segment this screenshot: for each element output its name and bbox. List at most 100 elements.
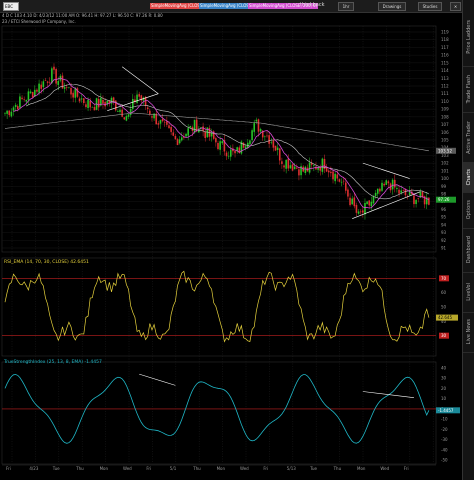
candle-body bbox=[268, 135, 270, 144]
candle-body bbox=[400, 190, 402, 193]
time-label: Fri bbox=[263, 466, 268, 471]
candle-body bbox=[132, 98, 134, 109]
candle-body bbox=[180, 137, 183, 141]
rsi-title: RSI_EMA (14, 70, 30, CLOSE) 42.6451 bbox=[4, 260, 89, 265]
candle-body bbox=[264, 136, 266, 138]
price-tick: 95 bbox=[441, 215, 447, 220]
candle-body bbox=[327, 170, 330, 173]
sidebar-tab-options[interactable]: Options bbox=[463, 192, 474, 229]
close-icon[interactable]: ✕ bbox=[450, 2, 461, 11]
sidebar-tab-trade-flash[interactable]: Trade Flash bbox=[463, 66, 474, 113]
candle-body bbox=[210, 132, 213, 137]
candle-body bbox=[219, 141, 221, 150]
price-tick: 92 bbox=[441, 238, 447, 243]
price-tick: 113 bbox=[441, 76, 449, 81]
candle-body bbox=[42, 81, 45, 88]
rsi-level-label: 70 bbox=[441, 276, 447, 281]
candle-body bbox=[374, 192, 377, 197]
candle-body bbox=[36, 89, 38, 92]
tsi-tick: -10 bbox=[441, 417, 448, 422]
candle-body bbox=[51, 68, 53, 84]
sidebar-tab-charts[interactable]: Charts bbox=[463, 162, 474, 193]
chart-canvas[interactable]: 119 118 117 116 115 114 113 112 111 110 109 108 107 1… bbox=[0, 12, 462, 480]
candle-body bbox=[70, 87, 72, 95]
candle-body bbox=[227, 155, 230, 157]
candle-body bbox=[53, 66, 55, 70]
candle-body bbox=[402, 190, 405, 192]
candle-body bbox=[121, 109, 123, 117]
candle-body bbox=[347, 189, 349, 197]
candle-body bbox=[10, 111, 13, 117]
sidebar-tab-price-ladders[interactable]: Price Ladders bbox=[463, 8, 474, 67]
grid-lines bbox=[1, 25, 437, 465]
candle-body bbox=[249, 140, 251, 145]
candle-body bbox=[276, 147, 279, 151]
price-tick: 94 bbox=[441, 222, 447, 227]
candle-body bbox=[153, 113, 155, 119]
candle-body bbox=[68, 87, 70, 89]
price-tick: 112 bbox=[441, 84, 449, 89]
sidebar-tab-active-trader[interactable]: Active Trader bbox=[463, 112, 474, 163]
candle-body bbox=[174, 135, 177, 140]
candle-body bbox=[138, 94, 140, 97]
candle-body bbox=[385, 180, 388, 185]
candle-body bbox=[4, 113, 6, 114]
candle-body bbox=[127, 114, 130, 117]
candle-body bbox=[353, 197, 356, 207]
candle-body bbox=[357, 211, 360, 214]
candle-body bbox=[48, 82, 51, 84]
candle-body bbox=[349, 197, 351, 206]
candle-body bbox=[304, 166, 307, 174]
sidebar-tab-label: Charts bbox=[466, 168, 472, 186]
candle-body bbox=[55, 69, 57, 84]
candle-body bbox=[57, 80, 60, 85]
candle-body bbox=[338, 179, 341, 182]
price-tick: 98 bbox=[441, 192, 447, 197]
candle-body bbox=[387, 181, 390, 184]
tsi-tick: -30 bbox=[441, 437, 448, 442]
drawings-button[interactable]: Drawings bbox=[378, 2, 406, 11]
symbol-field[interactable]: EBC bbox=[3, 2, 19, 11]
candle-body bbox=[274, 145, 277, 151]
candle-body bbox=[428, 197, 430, 205]
candle-body bbox=[204, 131, 207, 138]
candle-body bbox=[155, 113, 158, 125]
price-tick: 115 bbox=[441, 60, 449, 65]
candle-body bbox=[23, 99, 25, 100]
thinkback-label[interactable]: thinkback bbox=[300, 1, 324, 10]
candle-body bbox=[321, 158, 324, 172]
candle-body bbox=[370, 201, 373, 207]
candle-body bbox=[44, 80, 47, 81]
price-tick: 119 bbox=[441, 30, 449, 35]
candle-body bbox=[296, 167, 298, 169]
candle-body bbox=[404, 189, 407, 196]
sidebar-tab-livevol[interactable]: LiveVol bbox=[463, 272, 474, 313]
candle-body bbox=[413, 195, 415, 205]
candle-body bbox=[185, 133, 187, 137]
candle-body bbox=[289, 165, 292, 169]
candle-body bbox=[202, 126, 204, 132]
candle-body bbox=[123, 117, 126, 120]
sidebar-tab-live-news[interactable]: Live News bbox=[463, 312, 474, 353]
candle-body bbox=[125, 116, 128, 121]
candle-body bbox=[21, 97, 23, 99]
rsi-value-label: 42.645 bbox=[438, 315, 452, 320]
interval-button[interactable]: 1hr bbox=[338, 2, 354, 11]
candle-body bbox=[117, 111, 119, 112]
time-label: Thu bbox=[75, 466, 84, 471]
tsi-tick: -20 bbox=[441, 427, 448, 432]
time-label: Fri bbox=[6, 466, 11, 471]
last-price-label: 103.52 bbox=[438, 148, 452, 153]
candle-body bbox=[136, 94, 138, 103]
candle-body bbox=[161, 118, 164, 122]
sidebar-tab-dashboard[interactable]: Dashboard bbox=[463, 228, 474, 273]
candle-body bbox=[266, 135, 268, 137]
studies-button[interactable]: Studies bbox=[418, 2, 442, 11]
time-label: 5/1 bbox=[170, 466, 177, 471]
price-tick: 108 bbox=[441, 114, 449, 119]
pane-frame bbox=[1, 361, 437, 465]
chart-window: EBC SimpleMovingAvg (CLOSE, 20, 0) Simple… bbox=[0, 0, 474, 480]
candle-body bbox=[364, 202, 366, 215]
candle-body bbox=[40, 84, 43, 89]
tsi-tick: 40 bbox=[441, 366, 447, 371]
